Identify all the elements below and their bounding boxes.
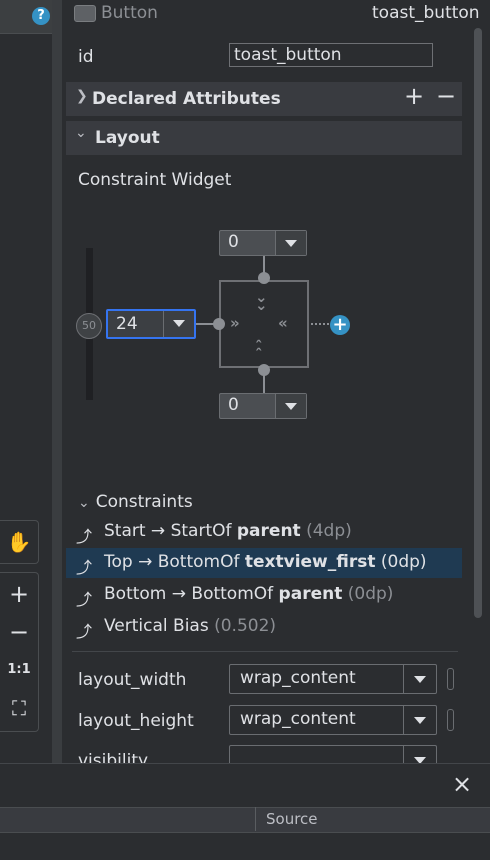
constraint-link-icon: ⤴ [76,527,93,546]
constraint-margin: (0dp) [342,584,394,604]
id-input[interactable] [229,43,433,67]
layout-section[interactable]: ⌄ Layout [66,121,462,155]
constraints-title: Constraints [95,492,193,512]
constraint-link-icon: ⤴ [76,622,93,641]
component-type: Button [101,3,158,23]
layout-height-dropdown[interactable]: wrap_content [229,705,437,735]
layout-height-value: wrap_content [240,709,356,729]
column-divider[interactable] [255,807,256,831]
chevron-down-icon[interactable] [163,311,194,337]
chevron-down-icon[interactable] [403,746,436,764]
top-margin-dropdown[interactable]: 0 [219,230,307,256]
visibility-dropdown[interactable] [229,745,437,764]
id-label: id [78,47,94,67]
table-header [0,807,490,833]
chevron-right-icon: ❯ [76,88,88,104]
constraint-row-top[interactable]: ⤴ Top → BottomOf textview_first (0dp) [66,548,462,578]
layout-height-resource-button[interactable] [447,709,454,731]
panel-divider[interactable] [52,0,62,763]
layout-width-dropdown[interactable]: wrap_content [229,664,437,694]
declared-attributes-section[interactable]: ❯ Declared Attributes [66,82,462,116]
chevron-down-icon[interactable] [275,394,306,418]
constraint-desc: Start → StartOf [104,521,237,541]
bottom-margin-value: 0 [228,395,239,415]
constraint-row-bottom[interactable]: ⤴ Bottom → BottomOf parent (0dp) [66,580,462,610]
chevron-down-icon[interactable] [275,231,306,255]
scrollbar-thumb[interactable] [474,28,482,618]
visibility-label: visibility [78,751,149,763]
constraint-margin: (0dp) [375,552,427,572]
actual-size-icon[interactable]: 1:1 [0,651,38,689]
pan-hand-icon[interactable]: ✋ [0,523,38,561]
start-margin-dropdown[interactable]: 24 [106,309,196,339]
declared-attributes-title: Declared Attributes [92,89,281,109]
add-attribute-button[interactable]: + [404,82,424,110]
constraint-link-icon: ⤴ [76,590,93,609]
chevron-down-icon[interactable] [403,706,436,734]
component-id: toast_button [372,3,480,23]
constraints-header[interactable]: ⌄ Constraints [78,492,193,512]
fixed-height-bottom-icon-2: ˆ [255,346,263,364]
zoom-tool-group: + − 1:1 ⛶ [0,572,39,732]
layout-width-label: layout_width [78,670,187,690]
zoom-in-icon[interactable]: + [0,575,38,613]
chevron-down-icon[interactable] [403,665,436,693]
constraint-row-vertical-bias[interactable]: ⤴ Vertical Bias (0.502) [66,612,462,642]
constraint-row-start[interactable]: ⤴ Start → StartOf parent (4dp) [66,517,462,547]
close-icon[interactable]: × [452,770,472,798]
chevron-down-icon: ⌄ [75,125,87,141]
top-margin-value: 0 [228,232,239,252]
remove-attribute-button[interactable]: − [436,82,456,110]
chevron-down-icon: ⌄ [78,495,90,511]
button-component-icon [74,5,96,22]
constraint-desc: Bottom → BottomOf [104,584,279,604]
constraint-margin: (4dp) [300,521,352,541]
constraint-target: parent [236,521,301,541]
top-anchor[interactable] [258,272,270,284]
fixed-width-right-icon[interactable]: « [278,314,288,332]
fixed-height-top-icon-2: ⌄ [255,296,268,314]
zoom-to-fit-icon[interactable]: ⛶ [0,689,38,727]
constraint-target: textview_first [244,552,376,572]
layout-title: Layout [95,128,160,148]
constraint-widget-label: Constraint Widget [78,170,232,190]
pan-tool-group: ✋ [0,520,39,564]
constraint-value: (0.502) [214,616,277,636]
fixed-width-left-icon[interactable]: » [230,314,240,332]
section-divider [72,651,458,652]
bottom-margin-dropdown[interactable]: 0 [219,393,307,419]
layout-width-value: wrap_content [240,668,356,688]
start-margin-value[interactable]: 24 [116,314,138,334]
constraint-desc: Vertical Bias [104,616,215,636]
zoom-out-icon[interactable]: − [0,613,38,651]
end-constraint-dotted-line [311,323,329,325]
bottom-anchor[interactable] [258,364,270,376]
layout-width-resource-button[interactable] [447,668,454,690]
start-anchor[interactable] [213,318,225,330]
layout-height-label: layout_height [78,711,194,731]
constraint-link-icon: ⤴ [76,558,93,577]
constraint-target: parent [278,584,343,604]
add-end-constraint-icon[interactable]: + [330,315,350,335]
help-icon[interactable]: ? [32,7,50,25]
constraint-desc: Top → BottomOf [104,552,245,572]
vertical-bias-knob[interactable]: 50 [76,313,102,339]
source-column-header[interactable]: Source [266,810,318,828]
